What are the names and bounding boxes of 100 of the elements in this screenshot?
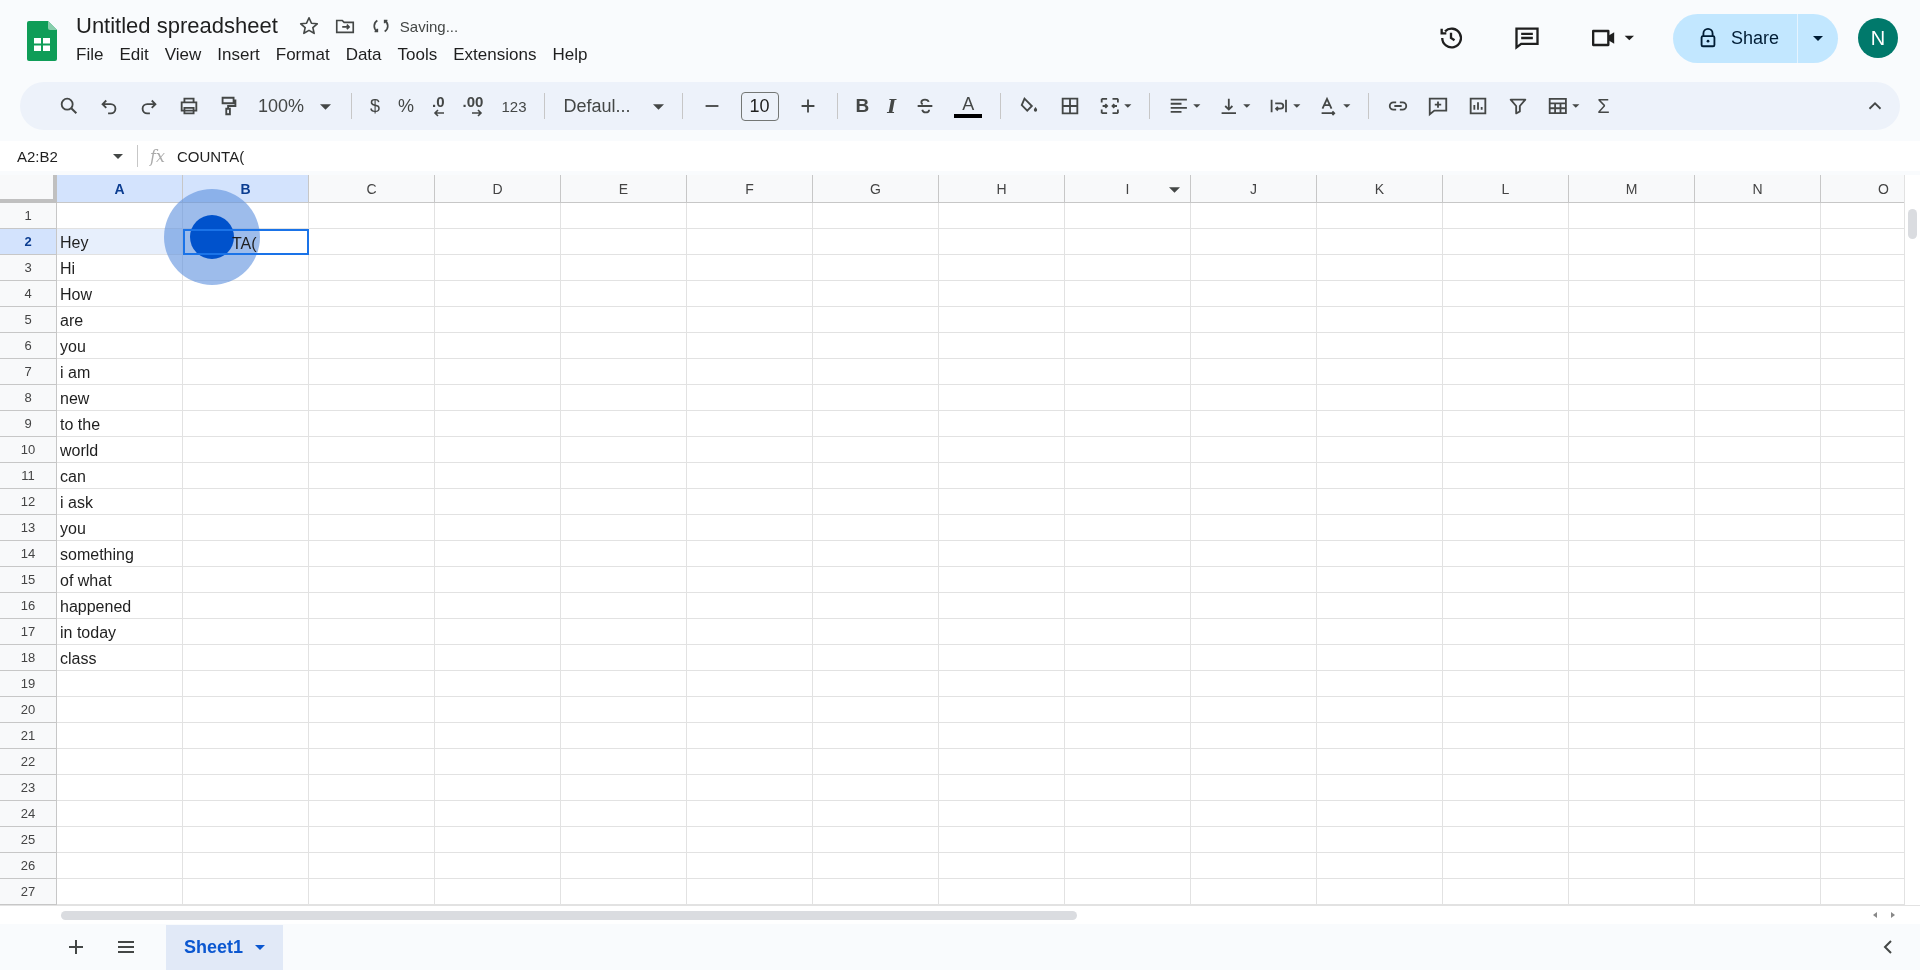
menu-item[interactable]: Format	[275, 45, 330, 65]
row-header[interactable]: 4	[0, 281, 57, 307]
row-header[interactable]: 15	[0, 567, 57, 593]
font-size-field[interactable]: 10	[740, 91, 779, 121]
table-cell-text: class	[59, 649, 98, 669]
save-status: Saving...	[399, 17, 459, 35]
decrease-decimal-button[interactable]: .0	[432, 95, 445, 117]
table-cell-text: How	[59, 285, 93, 305]
table-cell-text: in today	[59, 623, 118, 643]
name-box[interactable]: A2:B2	[0, 145, 138, 167]
table-cell-text: are	[59, 311, 85, 331]
column-header[interactable]: A	[57, 175, 183, 203]
column-header[interactable]: B	[183, 175, 309, 203]
column-header[interactable]: M	[1569, 175, 1695, 203]
row-header[interactable]: 20	[0, 697, 57, 723]
table-cell-text: i am	[59, 363, 92, 383]
percent-format-button[interactable]: %	[398, 95, 415, 117]
row-header[interactable]: 6	[0, 333, 57, 359]
table-cell[interactable]: TA(	[183, 229, 309, 255]
vertical-scrollbar-thumb[interactable]	[1908, 209, 1917, 239]
functions-button[interactable]: Σ	[1597, 94, 1610, 118]
share-button[interactable]: Share	[1672, 13, 1797, 63]
column-menu-icon[interactable]	[1169, 184, 1180, 195]
formula-input[interactable]: COUNTA(	[176, 147, 245, 165]
row-header[interactable]: 27	[0, 879, 57, 905]
caret-icon	[113, 151, 123, 161]
document-title[interactable]: Untitled spreadsheet	[76, 13, 278, 39]
table-cell-text: Hi	[59, 259, 77, 279]
menu-item[interactable]: View	[164, 45, 202, 65]
font-dropdown[interactable]: Defaul...	[563, 95, 664, 117]
row-header[interactable]: 11	[0, 463, 57, 489]
row-header[interactable]: 17	[0, 619, 57, 645]
column-header[interactable]: K	[1317, 175, 1443, 203]
row-header[interactable]: 22	[0, 749, 57, 775]
sheets-logo-icon[interactable]	[27, 21, 57, 61]
increase-decimal-button[interactable]: .00	[462, 95, 484, 117]
table-cell-text: you	[59, 337, 87, 357]
bold-button[interactable]: B	[855, 95, 870, 117]
currency-format-button[interactable]: $	[370, 95, 381, 117]
row-header[interactable]: 23	[0, 775, 57, 801]
caret-icon	[255, 942, 266, 952]
avatar[interactable]: N	[1858, 18, 1898, 58]
menu-item[interactable]: Help	[552, 45, 588, 65]
row-header[interactable]: 10	[0, 437, 57, 463]
star-icon[interactable]	[297, 15, 320, 37]
search-icon[interactable]	[58, 95, 80, 117]
number-format-button[interactable]: 123	[501, 97, 527, 115]
row-header[interactable]: 1	[0, 203, 57, 229]
table-cell-text: of what	[59, 571, 113, 591]
column-header[interactable]: N	[1695, 175, 1821, 203]
row-header[interactable]: 21	[0, 723, 57, 749]
column-header[interactable]: E	[561, 175, 687, 203]
table-cell: Hey	[57, 229, 183, 255]
table-cell-text: something	[59, 545, 135, 565]
column-header[interactable]: D	[435, 175, 561, 203]
row-header[interactable]: 8	[0, 385, 57, 411]
column-header[interactable]: J	[1191, 175, 1317, 203]
menu-item[interactable]: Extensions	[453, 45, 537, 65]
horizontal-scrollbar-thumb[interactable]	[61, 910, 1077, 920]
menu-item[interactable]: File	[76, 45, 104, 65]
column-header[interactable]: H	[939, 175, 1065, 203]
row-header[interactable]: 2	[0, 229, 57, 255]
table-cell-text: happened	[59, 597, 133, 617]
column-header[interactable]: I	[1065, 175, 1191, 203]
italic-button[interactable]: I	[887, 95, 897, 117]
table-cell-text: can	[59, 467, 87, 487]
left-arrow-icon	[432, 109, 445, 117]
menu-item[interactable]: Insert	[217, 45, 260, 65]
row-header[interactable]: 3	[0, 255, 57, 281]
text-color-button[interactable]: A	[954, 94, 983, 118]
row-header[interactable]: 5	[0, 307, 57, 333]
column-header[interactable]: G	[813, 175, 939, 203]
zoom-dropdown[interactable]: 100%	[258, 95, 332, 117]
table-cell-text: to the	[59, 415, 102, 435]
row-header[interactable]: 13	[0, 515, 57, 541]
column-header[interactable]: C	[309, 175, 435, 203]
table-cell-text: i ask	[59, 493, 94, 513]
sheet-tab[interactable]: Sheet1	[166, 924, 284, 970]
menu-item[interactable]: Tools	[397, 45, 438, 65]
column-header[interactable]: O	[1821, 175, 1904, 203]
row-header[interactable]: 19	[0, 671, 57, 697]
add-comment-icon[interactable]	[1427, 95, 1450, 117]
menu-item[interactable]: Data	[345, 45, 382, 65]
print-icon[interactable]	[178, 95, 200, 117]
row-header[interactable]: 18	[0, 645, 57, 671]
right-arrow-icon	[471, 109, 484, 117]
table-cell-text: new	[59, 389, 91, 409]
row-header[interactable]: 25	[0, 827, 57, 853]
row-header[interactable]: 16	[0, 593, 57, 619]
row-header[interactable]: 7	[0, 359, 57, 385]
table-cell-text: you	[59, 519, 87, 539]
column-header[interactable]: F	[687, 175, 813, 203]
column-header[interactable]: L	[1443, 175, 1569, 203]
row-header[interactable]: 14	[0, 541, 57, 567]
row-header[interactable]: 12	[0, 489, 57, 515]
menu-item[interactable]: Edit	[119, 45, 149, 65]
row-header[interactable]: 24	[0, 801, 57, 827]
row-header[interactable]: 9	[0, 411, 57, 437]
row-header[interactable]: 26	[0, 853, 57, 879]
table-cell-text: world	[59, 441, 100, 461]
